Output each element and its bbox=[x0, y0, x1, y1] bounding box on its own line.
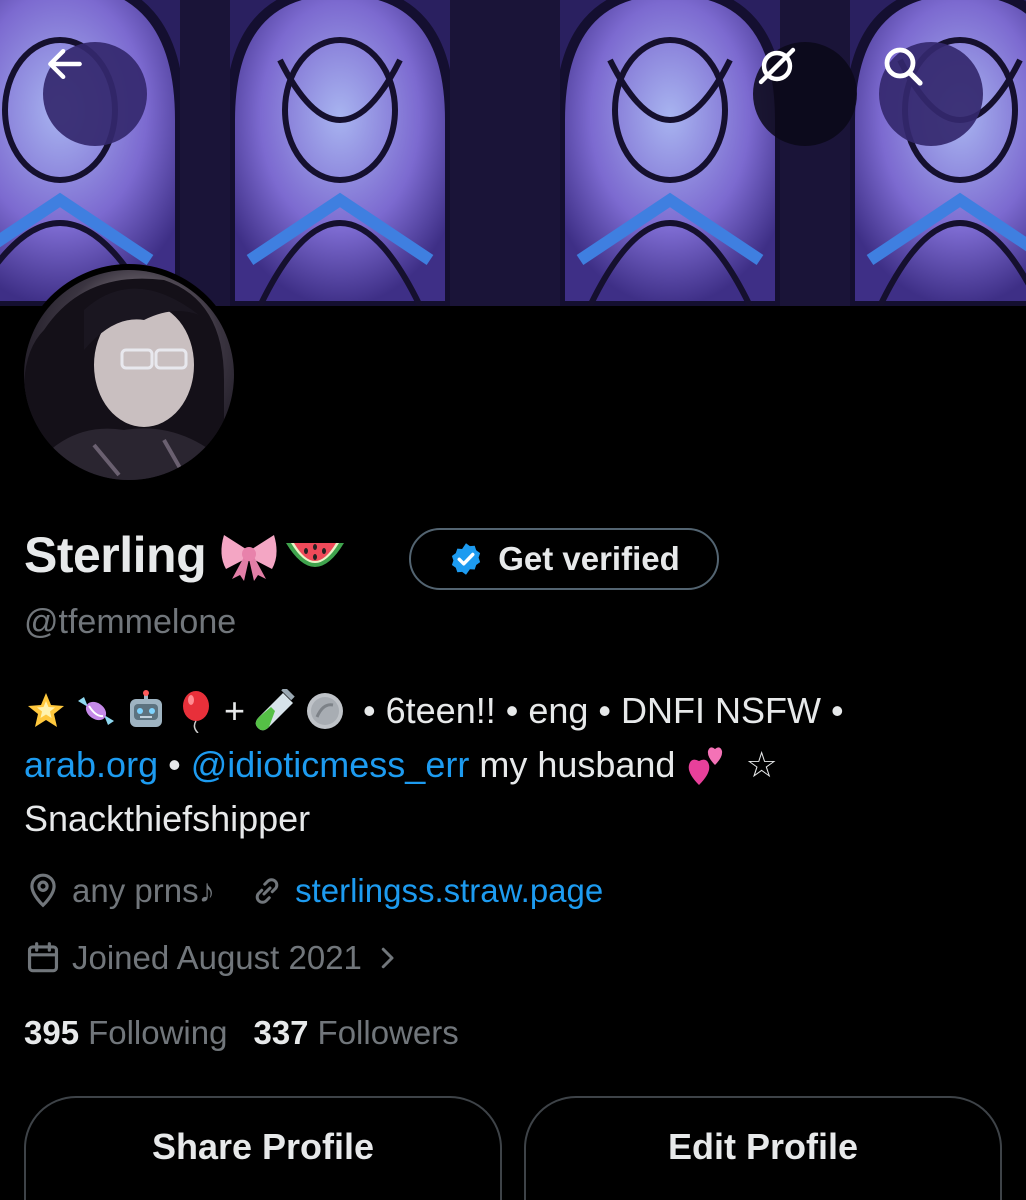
name-emojis bbox=[218, 529, 346, 581]
name-row: Sterling bbox=[24, 524, 346, 586]
bio-website-link[interactable]: arab.org bbox=[24, 738, 158, 792]
bio-mention-link[interactable]: @idioticmess_err bbox=[191, 738, 470, 792]
robot-emoji-icon bbox=[130, 690, 162, 727]
profile-banner[interactable] bbox=[0, 0, 1026, 306]
calendar-icon bbox=[27, 942, 59, 973]
location-pin-icon bbox=[30, 873, 56, 908]
bio-line-3: Snackthiefshipper bbox=[24, 792, 1004, 846]
website-item[interactable]: sterlingss.straw.page bbox=[249, 869, 603, 913]
avatar-image bbox=[24, 270, 234, 480]
bio-plus-text: + bbox=[224, 690, 246, 731]
bio: + • 6teen!! • eng • DNFI NSFW • arab.org… bbox=[24, 684, 1004, 846]
followers-label: Followers bbox=[317, 1014, 459, 1051]
back-button[interactable] bbox=[43, 42, 147, 146]
ribbon-emoji-icon bbox=[221, 535, 277, 581]
search-icon bbox=[884, 47, 923, 86]
following-count: 395 bbox=[24, 1014, 80, 1051]
bio-star-text: ☆ bbox=[735, 744, 778, 785]
display-name: Sterling bbox=[24, 527, 207, 583]
location-item: any prns♪ bbox=[24, 869, 215, 913]
following-label: Following bbox=[88, 1014, 228, 1051]
search-button[interactable] bbox=[879, 42, 983, 146]
two-hearts-emoji-icon bbox=[689, 747, 723, 785]
bio-separator: • bbox=[158, 744, 191, 785]
balloon-emoji-icon bbox=[183, 691, 209, 733]
joined-row[interactable]: Joined August 2021 bbox=[24, 936, 402, 980]
arrow-left-icon bbox=[48, 48, 82, 80]
edit-profile-button[interactable]: Edit Profile bbox=[524, 1096, 1002, 1200]
followers-stat[interactable]: 337 Followers bbox=[253, 1011, 458, 1055]
bio-line-1-text: • 6teen!! • eng • DNFI NSFW • bbox=[353, 690, 844, 731]
test-tube-emoji-icon bbox=[255, 689, 295, 731]
username-handle: @tfemmelone bbox=[24, 603, 237, 641]
verified-badge-icon bbox=[452, 543, 481, 575]
profile-meta-row: any prns♪ sterlingss.straw.page bbox=[24, 869, 603, 913]
bio-line-1: + • 6teen!! • eng • DNFI NSFW • bbox=[24, 684, 1004, 738]
grok-button[interactable] bbox=[753, 42, 857, 146]
location-text: any prns♪ bbox=[72, 872, 216, 909]
bio-line-2-text: my husband bbox=[469, 744, 686, 785]
joined-item[interactable]: Joined August 2021 bbox=[24, 936, 402, 980]
follow-stats: 395 Following 337 Followers bbox=[24, 1011, 459, 1055]
glowing-star-emoji-icon bbox=[28, 693, 64, 727]
coin-emoji-icon bbox=[307, 693, 344, 729]
stained-glass-artwork bbox=[0, 0, 1026, 306]
get-verified-button[interactable]: Get verified bbox=[409, 528, 719, 590]
joined-date: Joined August 2021 bbox=[72, 939, 362, 976]
following-stat[interactable]: 395 Following bbox=[24, 1011, 227, 1055]
profile-page: Sterling Get verified @tfemmelone + • 6t… bbox=[0, 0, 1026, 1200]
bio-line-3-text: Snackthiefshipper bbox=[24, 798, 311, 839]
link-icon bbox=[255, 878, 279, 904]
bio-line-2: arab.org • @idioticmess_err my husband ☆ bbox=[24, 738, 1004, 792]
website-link[interactable]: sterlingss.straw.page bbox=[295, 869, 603, 913]
avatar[interactable] bbox=[18, 264, 240, 486]
watermelon-emoji-icon bbox=[286, 543, 345, 567]
share-profile-button[interactable]: Share Profile bbox=[24, 1096, 502, 1200]
candy-emoji-icon bbox=[78, 697, 114, 725]
followers-count: 337 bbox=[253, 1014, 309, 1051]
get-verified-label: Get verified bbox=[498, 540, 680, 577]
chevron-right-icon bbox=[381, 947, 394, 969]
grok-icon bbox=[758, 47, 796, 85]
